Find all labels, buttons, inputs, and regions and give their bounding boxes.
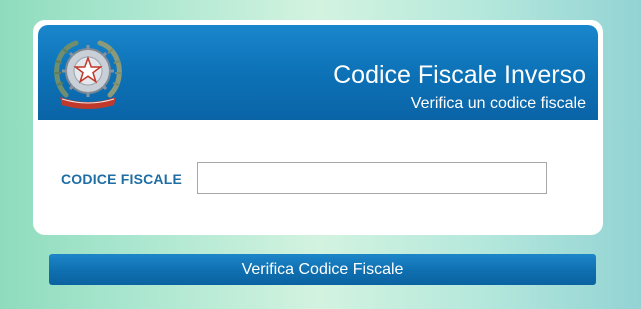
codice-fiscale-label: CODICE FISCALE	[61, 171, 183, 187]
page-subtitle: Verifica un codice fiscale	[410, 95, 586, 112]
form-card: Codice Fiscale Inverso Verifica un codic…	[33, 20, 603, 235]
codice-fiscale-input[interactable]	[197, 162, 547, 194]
italian-republic-emblem-icon	[54, 40, 122, 109]
verify-button[interactable]: Verifica Codice Fiscale	[49, 254, 596, 285]
page-title: Codice Fiscale Inverso	[333, 61, 586, 89]
header-banner: Codice Fiscale Inverso Verifica un codic…	[38, 25, 598, 120]
